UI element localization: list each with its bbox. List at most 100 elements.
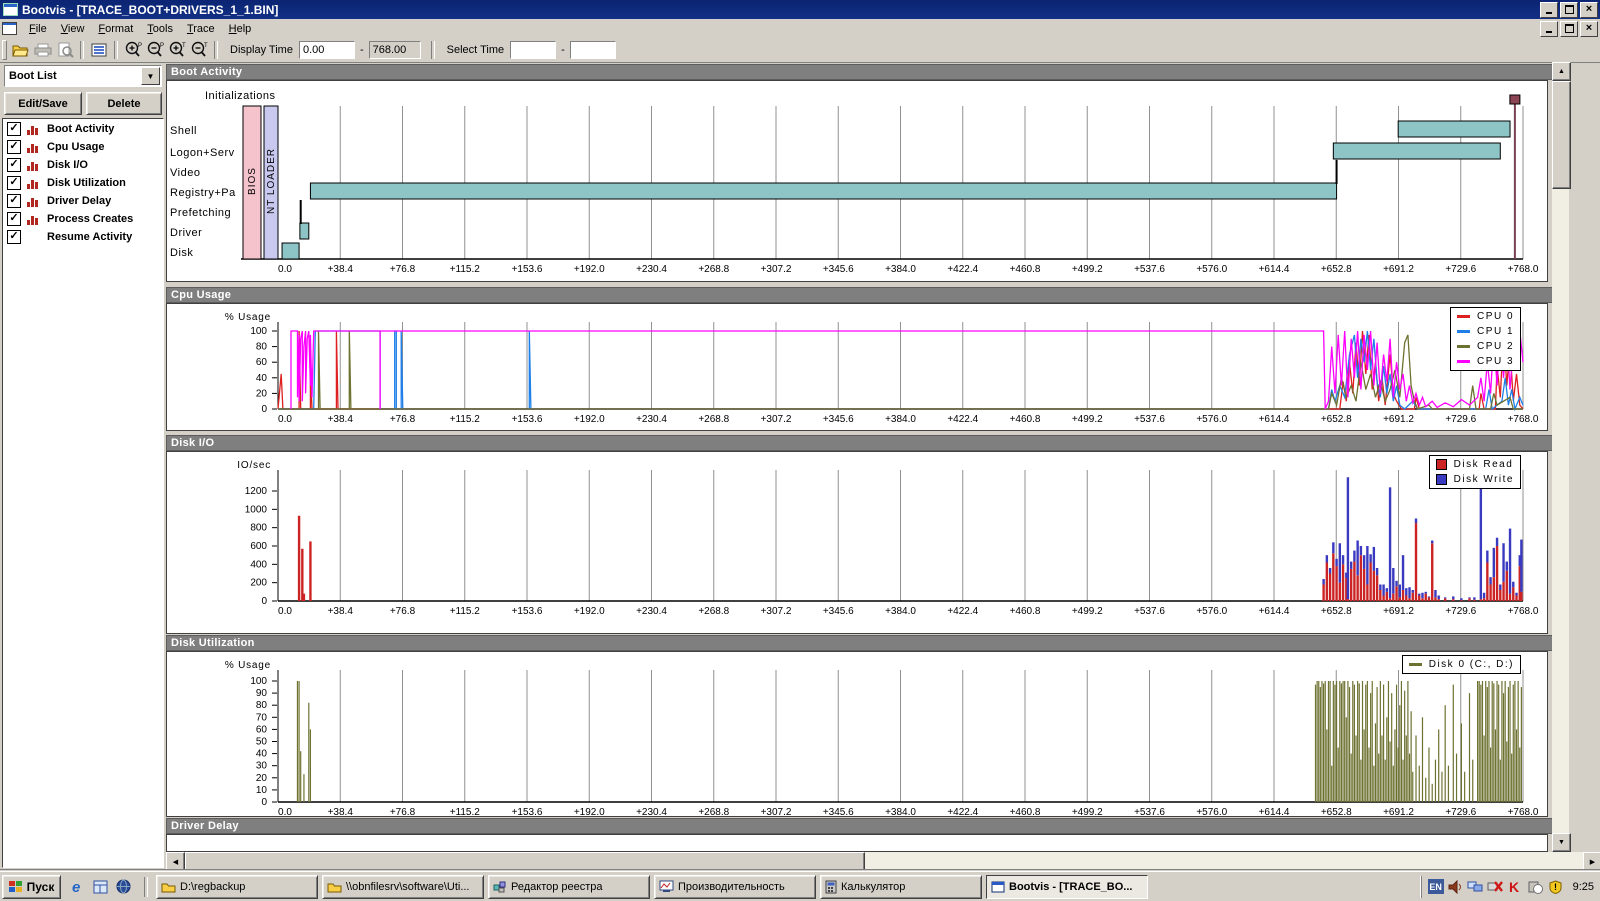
menu-item-trace[interactable]: Trace	[180, 21, 222, 37]
legend-item: CPU 0	[1457, 310, 1514, 323]
print-button[interactable]	[32, 39, 54, 61]
svg-text:+307.2: +307.2	[761, 414, 792, 425]
display-time-to-input[interactable]	[369, 41, 421, 59]
checkbox[interactable]: ✓	[7, 158, 21, 172]
legend-swatch	[1457, 315, 1470, 318]
legend-label: CPU 1	[1477, 326, 1514, 337]
task-scheduler-icon[interactable]	[1527, 879, 1544, 895]
restore-button[interactable]	[1560, 2, 1578, 18]
outlook-icon[interactable]	[92, 878, 109, 895]
task-button-bootvis-trace-bo[interactable]: Bootvis - [TRACE_BO...	[986, 875, 1148, 899]
task-button-[interactable]: Производительность	[654, 875, 816, 899]
panel-header-disk-i-o[interactable]: Disk I/O	[166, 435, 1554, 451]
checkbox[interactable]: ✓	[7, 176, 21, 190]
legend-item: Disk Read	[1436, 458, 1514, 471]
svg-text:+729.6: +729.6	[1445, 264, 1476, 275]
app-icon	[3, 3, 18, 16]
select-time-from-input[interactable]	[510, 41, 556, 59]
start-button[interactable]: Пуск	[2, 875, 61, 899]
mdi-restore-button[interactable]	[1560, 21, 1578, 37]
chart-icon	[27, 159, 41, 171]
svg-text:100: 100	[250, 326, 267, 337]
chevron-down-icon[interactable]: ▼	[141, 67, 160, 85]
menu-item-tools[interactable]: Tools	[140, 21, 180, 37]
zoom-in-time-button[interactable]: P	[122, 39, 144, 61]
zoom-in-button[interactable]: T	[166, 39, 188, 61]
browser-globe-icon[interactable]	[115, 878, 132, 895]
report-list-button[interactable]	[88, 39, 110, 61]
panel-header-driver-delay[interactable]: Driver Delay	[166, 818, 1554, 834]
scroll-up-button[interactable]: ▲	[1552, 62, 1571, 81]
volume-icon[interactable]	[1447, 879, 1464, 895]
svg-text:+153.6: +153.6	[512, 807, 543, 816]
edit-save-button[interactable]: Edit/Save	[4, 92, 82, 115]
legend: Disk ReadDisk Write	[1429, 455, 1521, 489]
checkbox[interactable]: ✓	[7, 194, 21, 208]
boot-list-item[interactable]: ✓Driver Delay	[7, 193, 163, 209]
display-time-dash: -	[360, 44, 364, 56]
network-icon[interactable]	[1467, 879, 1484, 895]
boot-list-item[interactable]: ✓Cpu Usage	[7, 139, 163, 155]
delete-button[interactable]: Delete	[86, 92, 162, 115]
menu-item-help[interactable]: Help	[222, 21, 259, 37]
toolbar-grip[interactable]	[2, 40, 7, 60]
svg-text:200: 200	[250, 578, 267, 589]
checkbox[interactable]: ✓	[7, 140, 21, 154]
task-button-d-regbackup[interactable]: D:\regbackup	[156, 875, 318, 899]
menu-item-view[interactable]: View	[54, 21, 92, 37]
boot-list-item[interactable]: ✓Disk I/O	[7, 157, 163, 173]
mdi-document-icon[interactable]	[2, 22, 17, 35]
svg-text:+307.2: +307.2	[761, 606, 792, 617]
checkbox[interactable]: ✓	[7, 122, 21, 136]
boot-list-item-label: Resume Activity	[47, 231, 132, 243]
svg-text:0: 0	[261, 596, 267, 607]
print-preview-button[interactable]	[54, 39, 76, 61]
svg-text:+422.4: +422.4	[947, 414, 978, 425]
zoom-out-time-button[interactable]: P	[144, 39, 166, 61]
svg-text:+537.6: +537.6	[1134, 414, 1165, 425]
mdi-close-button[interactable]: ×	[1580, 21, 1598, 37]
task-button-[interactable]: Калькулятор	[820, 875, 982, 899]
checkbox[interactable]: ✓	[7, 212, 21, 226]
minimize-button[interactable]	[1540, 2, 1558, 18]
task-button-label: Производительность	[678, 881, 785, 893]
task-button-label: Bootvis - [TRACE_BO...	[1009, 881, 1132, 893]
close-button[interactable]: ×	[1580, 2, 1598, 18]
boot-list-item[interactable]: ✓Disk Utilization	[7, 175, 163, 191]
boot-list-item[interactable]: ✓Process Creates	[7, 211, 163, 227]
taskbar-buttons: D:\regbackup\\obnfilesrv\software\Uti...…	[156, 875, 1152, 899]
display-time-from-input[interactable]	[299, 41, 355, 59]
svg-text:90: 90	[256, 688, 268, 699]
panel-header-cpu-usage[interactable]: Cpu Usage	[166, 287, 1554, 303]
panel-header-boot-activity[interactable]: Boot Activity	[166, 64, 1554, 80]
chart-icon	[27, 141, 41, 153]
scroll-down-button[interactable]: ▼	[1552, 833, 1571, 852]
svg-text:20: 20	[256, 773, 268, 784]
system-tray: EN K! 9:25	[1421, 876, 1600, 898]
menu-item-file[interactable]: File	[22, 21, 54, 37]
mdi-minimize-button[interactable]	[1540, 21, 1558, 37]
title-bar: Bootvis - [TRACE_BOOT+DRIVERS_1_1.BIN] ×	[0, 0, 1600, 19]
select-time-to-input[interactable]	[570, 41, 616, 59]
boot-list-dropdown[interactable]: Boot List ▼	[4, 65, 162, 87]
security-shield-icon[interactable]: !	[1547, 879, 1564, 895]
task-button-obnfilesrv-software-uti[interactable]: \\obnfilesrv\software\Uti...	[322, 875, 484, 899]
svg-text:20: 20	[256, 388, 268, 399]
zoom-out-button[interactable]: T	[188, 39, 210, 61]
legend-swatch	[1436, 459, 1447, 470]
boot-list-item[interactable]: ✓ Resume Activity	[7, 229, 163, 245]
menu-item-format[interactable]: Format	[91, 21, 140, 37]
kaspersky-icon[interactable]: K	[1507, 879, 1524, 895]
svg-text:0.0: 0.0	[278, 606, 292, 617]
task-button-[interactable]: Редактор реестра	[488, 875, 650, 899]
open-button[interactable]	[10, 39, 32, 61]
boot-list-item[interactable]: ✓Boot Activity	[7, 121, 163, 137]
panel-header-disk-utilization[interactable]: Disk Utilization	[166, 635, 1554, 651]
svg-text:+115.2: +115.2	[450, 264, 481, 275]
svg-text:+499.2: +499.2	[1072, 264, 1103, 275]
network-error-icon[interactable]	[1487, 879, 1504, 895]
vertical-scroll-thumb[interactable]	[1552, 81, 1571, 189]
language-indicator[interactable]: EN	[1428, 879, 1444, 894]
internet-explorer-icon[interactable]: e	[69, 878, 86, 895]
checkbox[interactable]: ✓	[7, 230, 21, 244]
